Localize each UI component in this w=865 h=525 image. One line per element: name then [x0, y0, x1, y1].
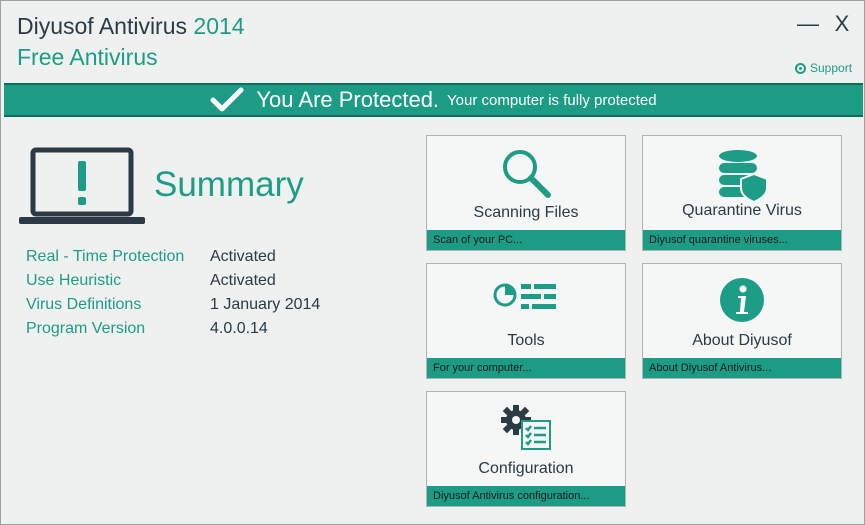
app-subtitle: Free Antivirus: [17, 44, 158, 70]
summary-title: Summary: [154, 165, 304, 204]
summary-info: Real - Time Protection Activated Use Heu…: [26, 245, 320, 341]
info-value: 4.0.0.14: [210, 320, 268, 337]
tile-footer: Scan of your PC...: [427, 230, 625, 250]
info-row-definitions: Virus Definitions 1 January 2014: [26, 293, 320, 317]
app-window: Diyusof Antivirus 2014 Free Antivirus — …: [0, 0, 865, 525]
tile-configuration[interactable]: Configuration Diyusof Antivirus configur…: [426, 391, 626, 507]
info-row-realtime: Real - Time Protection Activated: [26, 245, 320, 269]
gear-list-icon: [501, 405, 551, 450]
tile-scanning-files[interactable]: Scanning Files Scan of your PC...: [426, 135, 626, 251]
app-title-name: Diyusof Antivirus: [17, 13, 188, 39]
laptop-warning-icon: [17, 147, 147, 232]
tile-title: Tools: [507, 332, 545, 349]
app-title: Diyusof Antivirus 2014: [17, 13, 245, 40]
status-banner: You Are Protected. Your computer is full…: [4, 83, 863, 117]
tile-quarantine-virus[interactable]: Quarantine Virus Diyusof quarantine viru…: [642, 135, 842, 251]
app-title-year: 2014: [193, 13, 245, 39]
status-detail: Your computer is fully protected: [447, 91, 657, 109]
info-label: Program Version: [26, 320, 146, 337]
info-icon: [720, 278, 764, 322]
tile-title: Scanning Files: [473, 204, 579, 221]
tools-icon: [493, 283, 556, 309]
support-icon: [795, 62, 806, 74]
tile-about[interactable]: About Diyusof About Diyusof Antivirus...: [642, 263, 842, 379]
info-label: Use Heuristic: [26, 272, 122, 289]
info-value: Activated: [210, 248, 276, 265]
database-shield-icon: [719, 150, 768, 202]
info-row-version: Program Version 4.0.0.14: [26, 317, 320, 341]
support-label: Support: [810, 61, 853, 75]
tile-footer: Diyusof quarantine viruses...: [643, 230, 841, 250]
tile-tools[interactable]: Tools For your computer...: [426, 263, 626, 379]
info-value: 1 January 2014: [210, 296, 321, 313]
tile-footer: Diyusof Antivirus configuration...: [427, 486, 625, 506]
minimize-button[interactable]: —: [797, 13, 819, 35]
tile-title: About Diyusof: [692, 332, 792, 349]
info-label: Virus Definitions: [26, 296, 142, 313]
checkmark-icon: [210, 87, 244, 112]
info-label: Real - Time Protection: [26, 248, 185, 265]
close-button[interactable]: X: [831, 13, 853, 35]
status-text: You Are Protected.: [256, 87, 440, 112]
tile-title: Configuration: [478, 460, 574, 477]
info-row-heuristic: Use Heuristic Activated: [26, 269, 320, 293]
tile-title: Quarantine Virus: [682, 202, 802, 219]
magnifier-icon: [503, 150, 551, 198]
tile-footer: For your computer...: [427, 358, 625, 378]
tile-footer: About Diyusof Antivirus...: [643, 358, 841, 378]
info-value: Activated: [210, 272, 276, 289]
support-link[interactable]: Support: [795, 61, 852, 75]
